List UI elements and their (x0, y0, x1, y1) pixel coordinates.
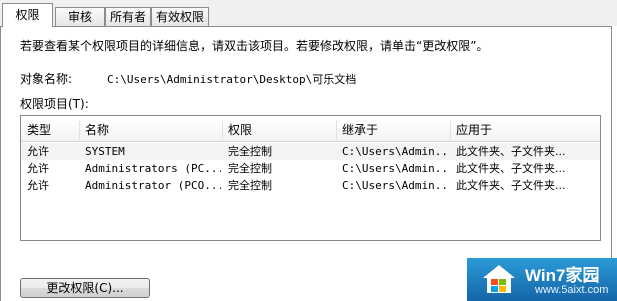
watermark: Win7家园 www.5aixt.com (467, 258, 617, 301)
watermark-title: Win7家园 (525, 266, 600, 285)
cell-permission: 完全控制 (228, 162, 272, 175)
house-logo-icon (483, 265, 515, 293)
cell-name: SYSTEM (85, 145, 125, 158)
cell-applies-to: 此文件夹、子文件夹... (456, 145, 566, 158)
tab-owner[interactable]: 所有者 (105, 7, 151, 26)
cell-inherited-from: C:\Users\Admin... (342, 145, 448, 158)
column-header-name[interactable]: 名称 (79, 119, 222, 141)
cell-type: 允许 (27, 179, 49, 192)
change-permissions-button[interactable]: 更改权限(C)... (20, 278, 150, 298)
table-row[interactable]: 允许 Administrator (PCO... 完全控制 C:\Users\A… (21, 177, 600, 194)
table-row[interactable]: 允许 SYSTEM 完全控制 C:\Users\Admin... 此文件夹、子文… (21, 143, 600, 160)
watermark-url: www.5aixt.com (535, 284, 609, 296)
cell-inherited-from: C:\Users\Admin... (342, 179, 448, 192)
cell-type: 允许 (27, 145, 49, 158)
column-header-inherited-from[interactable]: 继承于 (336, 119, 450, 141)
column-header-type[interactable]: 类型 (21, 119, 79, 141)
list-header: 类型 名称 权限 继承于 应用于 (21, 119, 600, 142)
object-name-value: C:\Users\Administrator\Desktop\可乐文档 (107, 73, 357, 86)
tab-auditing[interactable]: 审核 (55, 7, 105, 26)
column-header-applies-to[interactable]: 应用于 (450, 119, 600, 141)
instruction-text: 若要查看某个权限项目的详细信息，请双击该项目。若要修改权限，请单击“更改权限”。 (20, 39, 489, 53)
tab-bar: 权限 审核 所有者 有效权限 (0, 0, 617, 27)
tab-effective-permissions[interactable]: 有效权限 (151, 7, 209, 26)
cell-inherited-from: C:\Users\Admin... (342, 162, 448, 175)
cell-name: Administrators (PC... (85, 162, 221, 175)
cell-applies-to: 此文件夹、子文件夹... (456, 179, 566, 192)
object-name-label: 对象名称: (20, 72, 73, 86)
cell-permission: 完全控制 (228, 145, 272, 158)
cell-name: Administrator (PCO... (85, 179, 221, 192)
cell-applies-to: 此文件夹、子文件夹... (456, 162, 566, 175)
tab-permissions[interactable]: 权限 (2, 3, 53, 27)
cell-type: 允许 (27, 162, 49, 175)
permission-entries-label: 权限项目(T): (20, 97, 89, 111)
column-header-permission[interactable]: 权限 (222, 119, 336, 141)
permission-entries-list[interactable]: 类型 名称 权限 继承于 应用于 允许 SYSTEM 完全控制 C:\Users… (20, 115, 601, 241)
table-row[interactable]: 允许 Administrators (PC... 完全控制 C:\Users\A… (21, 160, 600, 177)
cell-permission: 完全控制 (228, 179, 272, 192)
